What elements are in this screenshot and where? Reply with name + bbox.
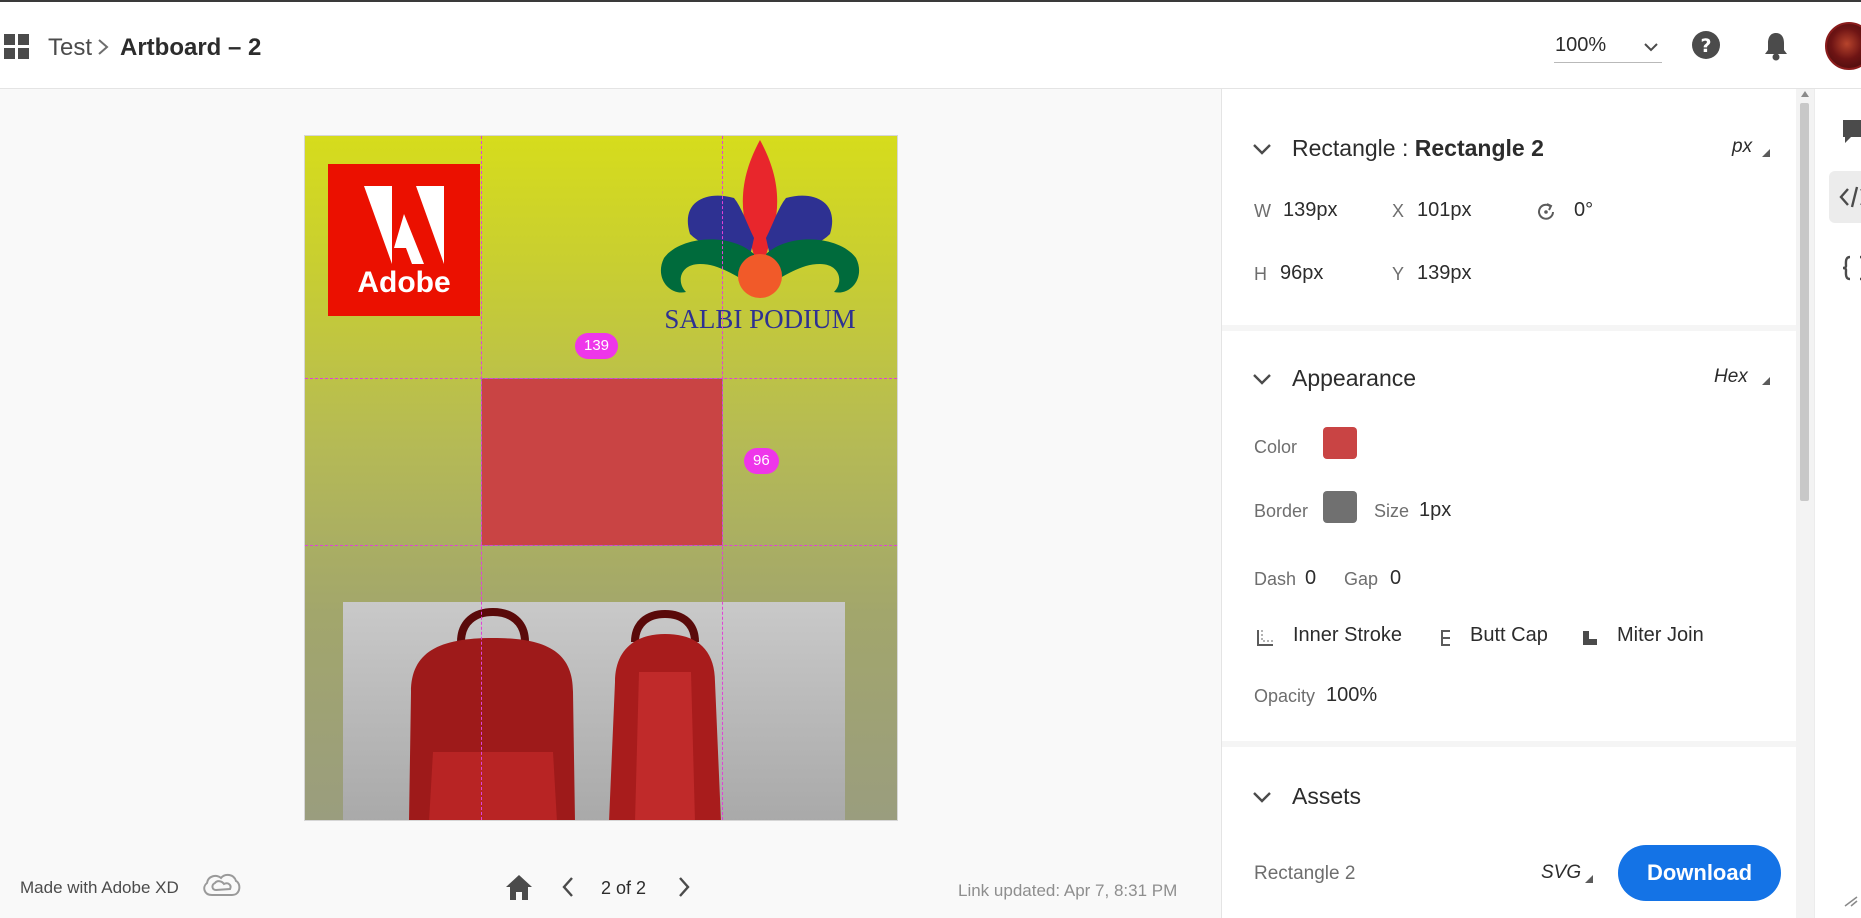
rotation-value[interactable]: 0° [1574,199,1593,222]
x-value[interactable]: 101px [1417,199,1472,222]
color-label: Color [1254,437,1298,457]
scroll-up-arrow-icon[interactable] [1801,91,1809,97]
stroke-position-value[interactable]: Inner Stroke [1293,624,1402,647]
user-avatar[interactable] [1825,22,1861,70]
asset-format-select[interactable]: SVG [1541,862,1581,884]
guide-right [722,136,723,820]
gap-value[interactable]: 0 [1390,567,1401,590]
artboard[interactable]: Adobe SALBI PODIUM 139 96 [304,135,898,821]
inner-stroke-icon [1257,630,1273,646]
object-title: Rectangle : Rectangle 2 [1292,135,1544,162]
link-updated-label: Link updated: Apr 7, 8:31 PM [958,881,1178,900]
dropdown-triangle-icon [1762,149,1770,157]
opacity-label: Opacity [1254,686,1316,706]
guide-bottom [305,545,897,546]
page-title: Artboard – 2 [120,34,262,61]
made-with-label: Made with Adobe XD [20,878,179,897]
appearance-title: Appearance [1292,365,1417,391]
size-value[interactable]: 1px [1419,499,1451,522]
gap-label: Gap [1344,569,1379,589]
section-divider [1222,325,1797,331]
size-label: Size [1374,501,1410,521]
salbi-logo-text: SALBI PODIUM [664,304,855,334]
butt-cap-icon [1441,630,1450,646]
scroll-thumb[interactable] [1800,103,1809,501]
svg-text:?: ? [1700,35,1711,57]
unit-select[interactable]: px [1732,136,1752,158]
page-indicator: 2 of 2 [601,878,647,898]
dash-label: Dash [1254,569,1297,589]
selected-rectangle[interactable] [481,378,723,546]
panel-scrollbar[interactable] [1796,89,1814,918]
border-label: Border [1254,501,1309,521]
opacity-value[interactable]: 100% [1326,684,1377,707]
y-label: Y [1392,264,1405,284]
dash-value[interactable]: 0 [1305,567,1316,590]
download-button[interactable]: Download [1618,845,1781,901]
asset-name: Rectangle 2 [1254,863,1356,884]
header-bar: Test Artboard – 2 100% ? [0,2,1861,89]
join-value[interactable]: Miter Join [1617,624,1704,647]
notification-bell-icon[interactable] [1761,30,1791,62]
guide-left [481,136,482,820]
y-value[interactable]: 139px [1417,262,1472,285]
width-value[interactable]: 139px [1283,199,1338,222]
width-label: W [1254,201,1271,221]
width-measure-badge: 139 [575,333,619,359]
cap-value[interactable]: Butt Cap [1470,624,1548,647]
dropdown-triangle-icon [1762,377,1770,385]
object-name: Rectangle 2 [1414,135,1544,161]
adobe-logo: Adobe [328,164,480,316]
chevron-down-icon [1644,43,1658,52]
collapse-chevron-icon[interactable] [1252,372,1272,386]
section-divider [1222,741,1797,747]
color-mode-select[interactable]: Hex [1714,366,1748,388]
height-label: H [1254,264,1267,284]
height-measure-badge: 96 [744,448,779,474]
salbi-podium-logo: SALBI PODIUM [660,140,860,334]
guide-top [305,378,897,379]
home-icon[interactable] [504,873,534,901]
preview-canvas: Adobe SALBI PODIUM 139 96 Made with Adob… [0,89,1221,918]
object-type: Rectangle : [1292,135,1415,161]
assets-title: Assets [1292,783,1362,809]
backpacks-photo [343,602,845,820]
x-label: X [1392,201,1405,221]
previous-page-icon[interactable] [560,875,576,899]
adobe-logo-text: Adobe [357,266,450,299]
breadcrumb-parent[interactable]: Test [48,34,92,62]
creative-cloud-icon [203,873,241,896]
collapse-chevron-icon[interactable] [1252,790,1272,804]
resize-grip-icon[interactable] [1843,895,1859,907]
fill-color-swatch[interactable] [1323,427,1357,459]
code-inspect-icon[interactable] [1839,185,1861,209]
collapse-chevron-icon[interactable] [1252,142,1272,156]
help-icon[interactable]: ? [1691,30,1721,60]
rotation-icon [1538,203,1554,220]
zoom-value: 100% [1555,34,1607,56]
variables-braces-icon[interactable] [1841,255,1861,281]
height-value[interactable]: 96px [1280,262,1323,285]
dropdown-triangle-icon [1585,875,1593,883]
border-color-swatch[interactable] [1323,491,1357,523]
chevron-right-icon [98,39,109,55]
inspect-panel: Rectangle : Rectangle 2 px W 139px X 101… [1221,89,1797,918]
next-page-icon[interactable] [676,875,692,899]
right-tool-rail [1814,89,1861,918]
comment-icon[interactable] [1841,117,1861,145]
app-grid-icon[interactable] [4,34,30,60]
zoom-select[interactable]: 100% [1554,32,1662,63]
miter-join-icon [1583,631,1597,645]
